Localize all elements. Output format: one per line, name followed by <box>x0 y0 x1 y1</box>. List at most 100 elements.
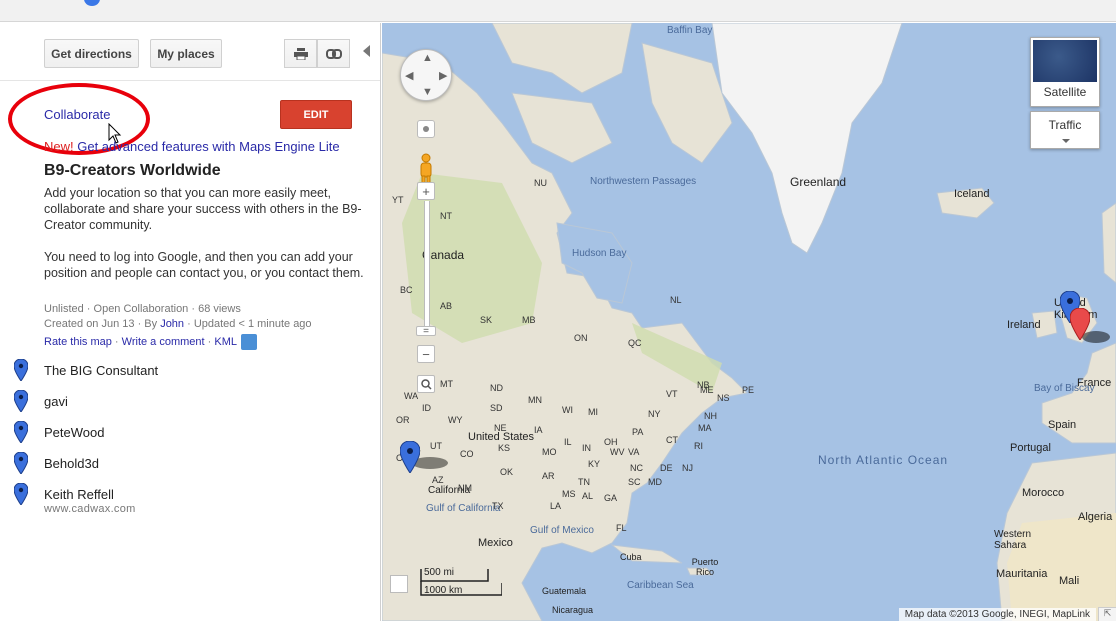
label-iceland: Iceland <box>954 188 990 200</box>
label-state-ms: MS <box>562 489 576 499</box>
label-morocco: Morocco <box>1022 487 1065 499</box>
edit-button[interactable]: EDIT <box>280 100 352 129</box>
list-item[interactable]: Behold3d <box>14 450 99 476</box>
scale-miles: 500 mi <box>424 567 455 578</box>
label-state-mi: MI <box>588 407 598 417</box>
label-mb: MB <box>522 315 536 325</box>
blue-map-pin-icon[interactable] <box>400 441 420 473</box>
list-item[interactable]: The BIG Consultant <box>14 357 158 383</box>
label-state-ky: KY <box>588 459 601 469</box>
write-comment-link[interactable]: Write a comment <box>122 336 205 348</box>
label-state-nh: NH <box>704 411 717 421</box>
label-bc: BC <box>400 285 413 295</box>
map-attribution: Map data ©2013 Google, INEGI, MapLink <box>898 608 1096 621</box>
label-cuba: Cuba <box>620 552 642 562</box>
label-state-la: LA <box>550 501 562 511</box>
zoom-slider-track[interactable] <box>424 201 430 329</box>
satellite-label: Satellite <box>1043 85 1087 99</box>
pan-down-icon[interactable]: ▼ <box>422 86 433 98</box>
traffic-layer-button[interactable]: Traffic <box>1030 111 1100 149</box>
collapse-panel-icon[interactable] <box>363 45 370 57</box>
label-state-tn: TN <box>578 477 590 487</box>
label-nicaragua: Nicaragua <box>552 605 594 615</box>
zoom-out-button[interactable]: − <box>417 345 435 363</box>
map-description: Add your location so that you can more e… <box>44 185 374 297</box>
place-name[interactable]: The BIG Consultant <box>44 363 158 378</box>
chevron-down-icon <box>1062 139 1070 143</box>
label-mauritania: Mauritania <box>996 568 1048 580</box>
label-state-sc: SC <box>628 477 641 487</box>
map-actions: Rate this map · Write a comment · KML <box>44 334 257 350</box>
author-link[interactable]: John <box>160 318 184 330</box>
zoom-to-area-button[interactable] <box>417 375 435 393</box>
red-map-pin-icon[interactable] <box>1070 308 1090 340</box>
list-item[interactable]: gavi <box>14 388 68 414</box>
place-subtitle: www.cadwax.com <box>44 503 136 515</box>
label-ireland: Ireland <box>1007 319 1041 331</box>
rss-icon[interactable] <box>241 334 257 350</box>
link-icon <box>325 48 342 59</box>
rate-map-link[interactable]: Rate this map <box>44 336 112 348</box>
get-directions-button[interactable]: Get directions <box>44 39 139 68</box>
zoom-slider-handle[interactable]: = <box>416 326 436 337</box>
label-state-sd: SD <box>490 403 503 413</box>
zoom-in-button[interactable]: + <box>417 182 435 200</box>
label-state-ma: MA <box>698 423 712 433</box>
place-name[interactable]: PeteWood <box>44 425 104 440</box>
label-on: ON <box>574 333 588 343</box>
link-button[interactable] <box>317 39 350 68</box>
label-state-mo: MO <box>542 447 557 457</box>
place-name[interactable]: gavi <box>44 394 68 409</box>
description-paragraph: You need to log into Google, and then yo… <box>44 250 364 280</box>
label-algeria: Algeria <box>1078 511 1113 523</box>
place-name[interactable]: Behold3d <box>44 456 99 471</box>
traffic-label: Traffic <box>1048 118 1082 132</box>
label-state-mn: MN <box>528 395 542 405</box>
description-paragraph: Add your location so that you can more e… <box>44 186 362 232</box>
list-item[interactable]: PeteWood <box>14 419 104 445</box>
label-state-co: CO <box>460 449 474 459</box>
label-state-al: AL <box>582 491 594 501</box>
label-state-wy: WY <box>448 415 463 425</box>
label-puerto-rico: Puerto Rico <box>691 557 719 577</box>
my-places-button[interactable]: My places <box>150 39 222 68</box>
label-pe: PE <box>742 385 755 395</box>
blue-map-pin-icon <box>14 452 28 474</box>
label-state-ct: CT <box>666 435 678 445</box>
label-ns: NS <box>717 393 730 403</box>
maps-engine-promo[interactable]: New! Get advanced features with Maps Eng… <box>44 139 340 154</box>
print-button[interactable] <box>284 39 317 68</box>
satellite-thumbnail <box>1033 40 1097 82</box>
label-ab: AB <box>440 301 453 311</box>
label-state-tx: TX <box>492 501 504 511</box>
blue-map-pin-icon <box>14 483 28 505</box>
separator: · <box>204 335 215 348</box>
pan-up-icon[interactable]: ▲ <box>422 52 433 64</box>
promo-link[interactable]: Get advanced features with Maps Engine L… <box>74 139 339 154</box>
kml-link[interactable]: KML <box>214 336 237 348</box>
reset-view-button[interactable] <box>417 120 435 138</box>
label-state-ar: AR <box>542 471 555 481</box>
resize-corner-icon[interactable]: ⇱ <box>1098 607 1116 621</box>
label-baffin-bay: Baffin Bay <box>667 25 713 36</box>
label-state-id: ID <box>422 403 431 413</box>
scale-toggle-icon[interactable] <box>390 575 408 593</box>
label-caribbean-sea: Caribbean Sea <box>627 580 694 591</box>
label-state-oh: OH <box>604 437 618 447</box>
place-name[interactable]: Keith Reffell <box>44 487 114 502</box>
pan-control[interactable]: ▲ ▼ ◀ ▶ <box>400 49 452 101</box>
pan-left-icon[interactable]: ◀ <box>405 69 413 82</box>
promo-new-badge: New! <box>44 139 74 154</box>
blue-map-pin-icon <box>14 359 28 381</box>
label-qc: QC <box>628 338 642 348</box>
label-state-ga: GA <box>604 493 618 503</box>
pan-right-icon[interactable]: ▶ <box>439 69 447 82</box>
label-portugal: Portugal <box>1010 442 1051 454</box>
satellite-layer-button[interactable]: Satellite <box>1030 37 1100 107</box>
label-yt: YT <box>392 195 404 205</box>
map-canvas[interactable]: Baffin Bay Greenland Iceland Northwester… <box>382 23 1116 621</box>
label-gulf-of-mexico: Gulf of Mexico <box>530 525 594 536</box>
arctic-islands <box>491 23 633 94</box>
label-state-il: IL <box>564 437 572 447</box>
label-state-nj: NJ <box>682 463 693 473</box>
